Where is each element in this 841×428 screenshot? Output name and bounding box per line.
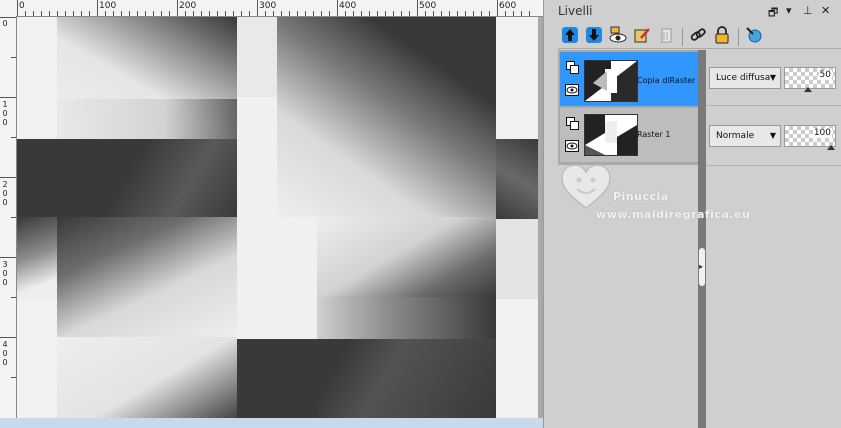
ruler-label: 0 <box>2 19 8 28</box>
ruler-tick <box>417 0 418 16</box>
opacity-marker[interactable] <box>827 145 835 150</box>
divider <box>706 105 841 106</box>
chevron-down-icon: ▼ <box>769 131 776 140</box>
canvas-block <box>57 139 237 219</box>
canvas-block <box>237 17 277 97</box>
blend-mode-select[interactable]: Normale ▼ <box>709 125 781 147</box>
lock-icon[interactable] <box>712 26 732 46</box>
restore-icon[interactable]: 🗗 <box>768 4 778 23</box>
canvas-block <box>17 299 57 418</box>
canvas-block <box>237 339 317 418</box>
edit-icon[interactable] <box>632 26 652 46</box>
move-layer-down-icon[interactable] <box>584 26 604 46</box>
delete-layer-icon[interactable] <box>656 26 676 46</box>
canvas-block <box>17 217 57 299</box>
ruler-label: 500 <box>419 1 437 11</box>
panel-title: Livelli <box>558 4 593 18</box>
ruler-tick <box>337 0 338 16</box>
ruler-tick <box>0 257 16 258</box>
layer-row-copia-di-raster-1[interactable]: Copia diRaster 1 <box>560 52 703 106</box>
ruler-label: 600 <box>499 1 517 11</box>
layer-name: Copia diRaster 1 <box>637 76 703 85</box>
vertical-ruler: 0 100 200 300 400 <box>0 16 17 428</box>
ruler-tick <box>0 337 16 338</box>
blend-mode-select[interactable]: Luce diffusa ▼ <box>709 67 781 89</box>
canvas-block <box>57 99 237 139</box>
opacity-slider[interactable]: 100 <box>784 125 836 150</box>
ruler-tick <box>257 0 258 16</box>
blend-mode-value: Normale <box>716 131 755 141</box>
link-icon[interactable] <box>688 26 708 46</box>
layer-thumbnail <box>584 114 638 156</box>
canvas-block <box>317 217 496 297</box>
ruler-label: 0 <box>19 1 25 11</box>
divider <box>558 48 841 49</box>
watermark-url: www.maidiregrafica.eu <box>596 208 751 221</box>
chevron-down-icon: ▼ <box>769 73 776 82</box>
ruler-tick <box>0 17 16 18</box>
canvas-block <box>57 217 237 337</box>
ruler-label: 200 <box>2 180 8 207</box>
ruler-label: 200 <box>179 1 197 11</box>
layer-thumbnail <box>584 60 638 102</box>
ruler-label: 300 <box>259 1 277 11</box>
canvas-block <box>496 299 538 418</box>
layer-group-icon <box>565 61 579 74</box>
canvas-block <box>496 219 538 299</box>
ruler-tick <box>0 177 16 178</box>
ruler-label: 400 <box>2 340 8 367</box>
blend-mode-value: Luce diffusa <box>716 73 771 83</box>
watermark: Pinuccia www.maidiregrafica.eu <box>560 162 790 232</box>
canvas-block <box>496 17 538 139</box>
ruler-tick <box>497 0 498 16</box>
canvas-area[interactable]: 0 100 200 300 400 500 600 0 100 200 300 … <box>0 0 543 428</box>
ruler-tick <box>17 0 18 16</box>
opacity-value: 100 <box>812 128 832 138</box>
move-layer-up-icon[interactable] <box>560 26 580 46</box>
layer-name: Raster 1 <box>637 130 671 139</box>
canvas-block <box>277 17 496 217</box>
ruler-label: 400 <box>339 1 357 11</box>
eye-icon[interactable] <box>565 140 579 153</box>
canvas-block <box>17 17 57 139</box>
panel-splitter[interactable] <box>698 50 706 428</box>
ruler-label: 300 <box>2 260 8 287</box>
layers-list: Copia diRaster 1 Raster 1 <box>558 50 703 165</box>
visibility-toggle-icon[interactable] <box>608 26 628 46</box>
status-strip <box>0 418 543 428</box>
image-canvas[interactable] <box>17 17 538 418</box>
heart-logo-icon <box>561 164 611 209</box>
eye-icon[interactable] <box>565 84 579 97</box>
ruler-tick <box>0 97 16 98</box>
ruler-label: 100 <box>99 1 117 11</box>
close-icon[interactable]: ✕ <box>821 4 830 17</box>
ruler-tick <box>177 0 178 16</box>
canvas-block <box>496 139 538 219</box>
horizontal-ruler: 0 100 200 300 400 500 600 <box>0 0 543 17</box>
ruler-tick <box>97 0 98 16</box>
canvas-block <box>57 337 237 418</box>
canvas-block <box>317 339 496 418</box>
pin-icon[interactable]: ⊥ <box>803 4 813 17</box>
opacity-marker[interactable] <box>804 87 812 92</box>
splitter-arrow-icon[interactable]: ▸ <box>699 262 703 271</box>
ruler-label: 100 <box>2 100 8 127</box>
properties-icon[interactable] <box>744 26 764 46</box>
canvas-block <box>317 297 496 339</box>
panel-menu-icon[interactable]: ▾ <box>786 4 792 17</box>
opacity-value: 50 <box>818 70 832 80</box>
watermark-name: Pinuccia <box>613 190 669 203</box>
opacity-slider[interactable]: 50 <box>784 67 836 92</box>
layer-row-raster-1[interactable]: Raster 1 <box>560 108 698 162</box>
layer-group-icon <box>565 117 579 130</box>
